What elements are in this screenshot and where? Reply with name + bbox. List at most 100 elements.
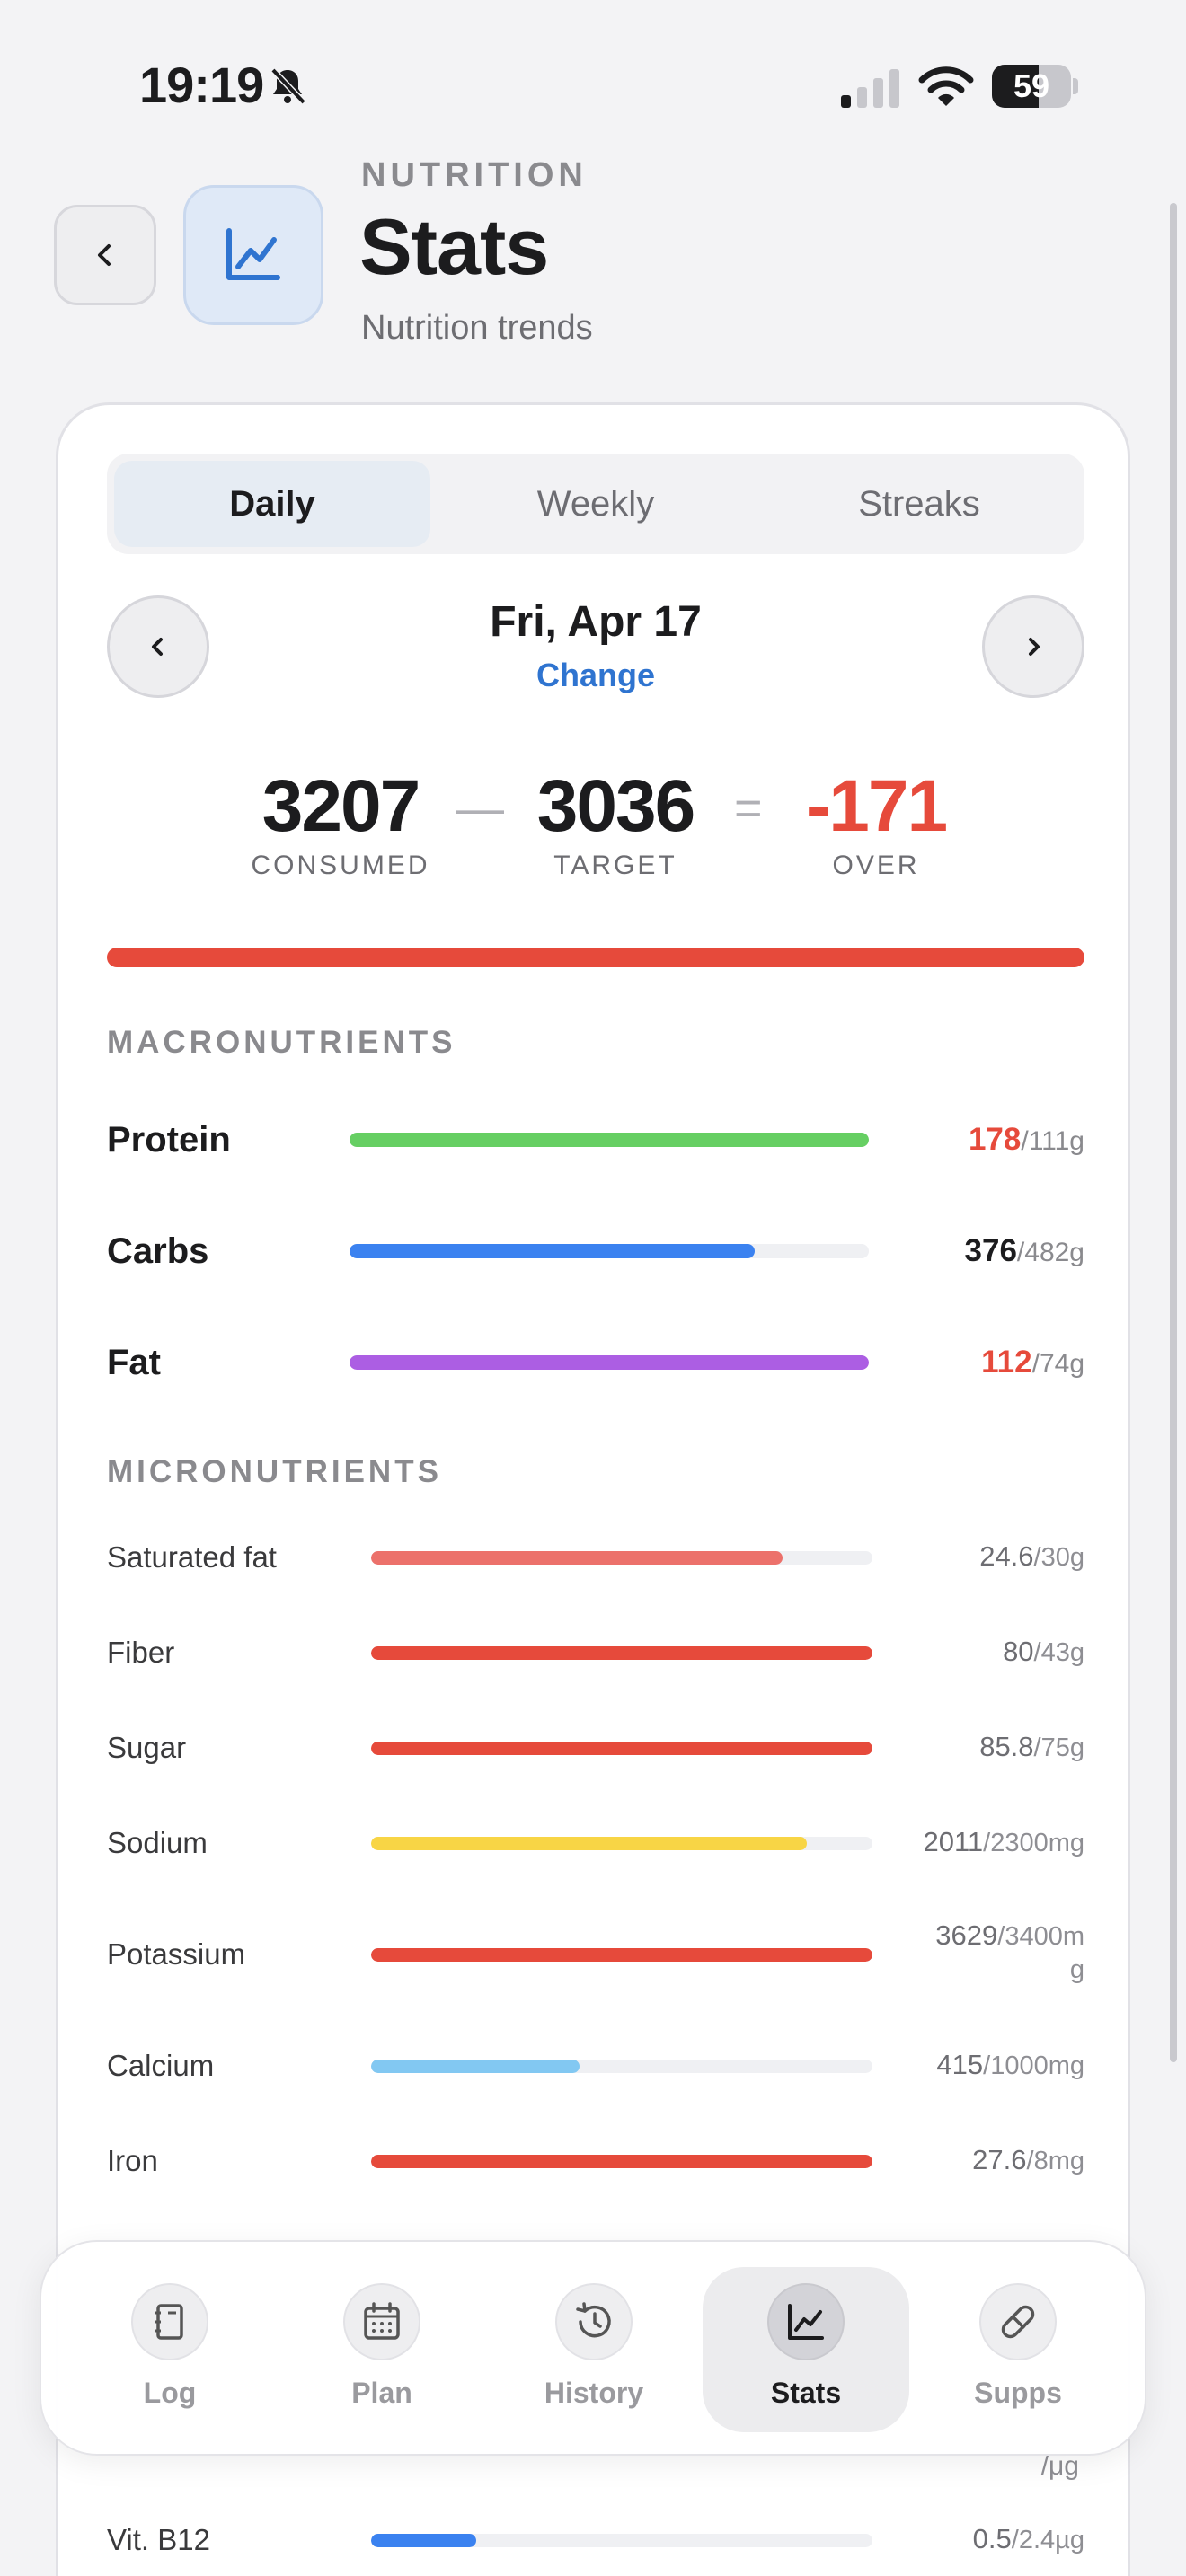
macronutrients-title: MACRONUTRIENTS [107,1025,456,1060]
micro-value: 80/43g [1003,1636,1084,1668]
period-segmented-control: Daily Weekly Streaks [107,454,1084,554]
micro-value: 27.6/8mg [972,2144,1084,2176]
consumed-value: 3207 [261,765,420,847]
micro-consumed: 27.6 [972,2144,1027,2175]
micro-value: 2011/2300mg [923,1826,1084,1858]
pill-icon [1001,2305,1035,2339]
micro-progress-fill [371,2060,580,2073]
status-time: 19:19 [139,57,264,113]
micro-name: Potassium [107,1937,246,1971]
micro-name: Iron [107,2144,158,2177]
micro-consumed: 3629 [935,1919,998,1951]
micro-progress-fill [371,1742,872,1755]
micro-target: /2.4µg [1011,2526,1084,2554]
micro-row: Iron 27.6/8mg [107,2133,1084,2187]
macro-name: Fat [107,1343,161,1382]
micro-progress-track [371,2060,872,2073]
tab-plan-label: Plan [351,2377,412,2409]
micro-name: Vit. B12 [107,2523,210,2556]
minus-sign: — [456,781,504,835]
back-button[interactable] [54,205,156,305]
micro-progress-fill [371,1551,783,1565]
micro-target: /75g [1033,1734,1084,1762]
micro-row: Potassium 3629/3400m g [107,1919,1084,1984]
tab-stats[interactable]: Stats [703,2267,909,2432]
micro-consumed: 80 [1003,1636,1034,1667]
macro-progress-fill [350,1244,755,1258]
bell-slash-icon [270,67,306,105]
chevron-right-icon [1029,638,1040,656]
calorie-progress-bar [107,948,1084,967]
macro-name: Protein [107,1120,231,1160]
calendar-icon [364,2302,400,2340]
macro-consumed: 178 [968,1122,1022,1157]
tab-log-label: Log [143,2377,197,2409]
micro-row: Vit. B12 0.5/2.4µg [107,2512,1084,2566]
micro-consumed: 85.8 [979,1731,1034,1762]
micro-consumed: 2011 [923,1826,984,1857]
macro-progress-track [350,1133,869,1147]
target-value: 3036 [536,765,695,847]
micro-progress-track [371,1837,872,1850]
micro-name: Saturated fat [107,1540,277,1574]
tab-supps[interactable]: Supps [915,2267,1121,2432]
micro-progress-fill [371,1646,872,1660]
micro-row: Fiber 80/43g [107,1625,1084,1679]
micro-progress-track [371,1551,872,1565]
segment-daily[interactable]: Daily [114,461,430,547]
notebook-icon [155,2304,183,2340]
micro-name: Fiber [107,1636,175,1669]
segment-weekly[interactable]: Weekly [438,461,754,547]
micro-progress-track [371,2534,872,2547]
micro-value: 3629/3400m g [935,1919,1084,1986]
micro-target-wrap: g [1069,1955,1084,1984]
balance-value: -171 [805,765,948,847]
micro-row: Sodium 2011/2300mg [107,1815,1084,1869]
tab-plan[interactable]: Plan [279,2267,485,2432]
micro-progress-track [371,1646,872,1660]
hidden-row-value: /μg [1040,2451,1079,2481]
history-icon [576,2302,611,2338]
chevron-left-icon [98,244,111,266]
micro-value: 415/1000mg [936,2049,1084,2081]
micro-progress-track [371,2155,872,2168]
macro-name: Carbs [107,1231,209,1271]
micro-target: /30g [1033,1543,1084,1572]
micro-target: /8mg [1026,2147,1084,2175]
consumed-label: CONSUMED [251,851,430,880]
battery-icon: 59 [992,65,1078,108]
micro-progress-track [371,1742,872,1755]
header-icon [183,185,323,325]
macro-row-carbs: Carbs 376/482g [107,1224,1084,1278]
macro-progress-fill [350,1355,869,1370]
segment-streaks[interactable]: Streaks [761,461,1077,547]
date-label: Fri, Apr 17 [490,598,702,646]
macro-value: 376/482g [965,1233,1084,1269]
tab-log[interactable]: Log [66,2267,273,2432]
micro-consumed: 415 [936,2049,984,2080]
micro-target: /1000mg [983,2051,1084,2080]
micro-consumed: 0.5 [972,2523,1012,2554]
micro-value: 24.6/30g [979,1540,1084,1573]
next-day-button[interactable] [982,595,1084,698]
micro-row: Calcium 415/1000mg [107,2038,1084,2092]
micro-value: 0.5/2.4µg [973,2523,1084,2555]
macro-value: 112/74g [981,1345,1084,1381]
macro-value: 178/111g [969,1122,1084,1158]
tab-supps-label: Supps [974,2377,1062,2409]
tab-history[interactable]: History [491,2267,697,2432]
battery-level: 59 [1013,67,1050,104]
micro-progress-fill [371,1837,808,1850]
macro-target: /482g [1016,1238,1084,1267]
macro-consumed: 112 [981,1345,1032,1380]
micro-name: Calcium [107,2049,215,2082]
balance-label: OVER [832,851,920,880]
micro-target: /43g [1033,1638,1084,1667]
micro-value: 85.8/75g [979,1731,1084,1763]
micro-progress-fill [371,2534,477,2547]
page-subtitle: Nutrition trends [361,309,593,347]
change-date-link[interactable]: Change [58,657,1133,694]
target-label: TARGET [553,851,677,880]
micro-progress-fill [371,1948,872,1962]
scroll-indicator[interactable] [1170,203,1177,2062]
